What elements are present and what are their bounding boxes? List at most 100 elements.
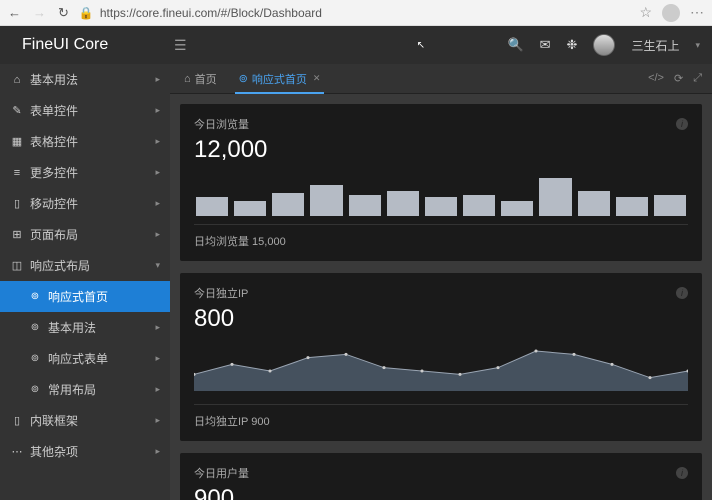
chevron-icon: ▸ [155, 74, 160, 85]
chat-icon[interactable]: ❉ [567, 37, 578, 53]
sidebar-label: 响应式布局 [30, 257, 90, 274]
bar [196, 197, 228, 216]
username-label[interactable]: 三生石上 [631, 37, 679, 54]
refresh-tab-icon[interactable]: ⟳ [674, 72, 683, 85]
sidebar-sub-label: 响应式表单 [48, 350, 108, 367]
sidebar-subitem[interactable]: ⊚ 常用布局 ▸ [0, 374, 170, 405]
tabbar: ⌂ 首页 ⊚ 响应式首页 ✕ </> ⟳ ⤢ [170, 64, 712, 94]
card-value: 900 [194, 485, 688, 500]
chevron-icon: ▸ [155, 198, 160, 209]
chevron-icon: ▸ [155, 384, 160, 395]
sidebar: ⌂基本用法▸✎表单控件▸▦表格控件▸≡更多控件▸▯移动控件▸⊞页面布局▸◫响应式… [0, 26, 170, 500]
forward-icon[interactable]: → [33, 5, 46, 21]
tab-icon: ⊚ [239, 72, 248, 85]
sidebar-label: 其他杂项 [30, 443, 78, 460]
sidebar-item[interactable]: ⌂ 基本用法 ▸ [0, 64, 170, 95]
chevron-icon: ▸ [155, 229, 160, 240]
chevron-icon: ▾ [155, 260, 160, 271]
bar [654, 195, 686, 216]
tab-home[interactable]: ⌂ 首页 [180, 64, 221, 93]
sidebar-item[interactable]: ▯ 内联框架 ▸ [0, 405, 170, 436]
sidebar-subitem[interactable]: ⊚基本用法▸ [0, 312, 170, 343]
card-footer: 日均独立IP 900 [194, 404, 688, 429]
card-title-text: 今日用户量 [194, 465, 249, 481]
sidebar-sub-icon: ⊚ [28, 291, 42, 302]
search-icon[interactable]: 🔍 [507, 37, 523, 53]
line-chart [194, 341, 688, 391]
sidebar-icon: ⋯ [10, 445, 24, 458]
sidebar-item[interactable]: ▯ 移动控件 ▸ [0, 188, 170, 219]
sidebar-icon: ≡ [10, 167, 24, 179]
bar [272, 193, 304, 216]
info-icon[interactable]: i [676, 287, 688, 299]
sidebar-label: 内联框架 [30, 412, 78, 429]
bar [501, 201, 533, 216]
star-icon[interactable]: ☆ [639, 4, 652, 21]
card-title-text: 今日浏览量 [194, 116, 249, 132]
back-icon[interactable]: ← [8, 5, 21, 21]
sidebar-subitem[interactable]: ⊚ 响应式表单 ▸ [0, 343, 170, 374]
url-text[interactable]: https://core.fineui.com/#/Block/Dashboar… [100, 6, 322, 20]
menu-toggle-icon[interactable]: ☰ [174, 37, 187, 54]
sidebar-sub-label: 基本用法 [48, 319, 96, 336]
sidebar-item[interactable]: ▦表格控件▸ [0, 126, 170, 157]
bar-chart [194, 174, 688, 216]
close-icon[interactable]: ✕ [313, 73, 321, 84]
sidebar-sub-icon: ⊚ [28, 384, 42, 395]
app-topbar: FineUI Core ☰ ↖ 🔍 ✉ ❉ 三生石上 ▾ [0, 26, 712, 64]
bar [234, 201, 266, 216]
sidebar-label: 更多控件 [30, 164, 78, 181]
card-value: 12,000 [194, 136, 688, 164]
sidebar-sub-label: 常用布局 [48, 381, 96, 398]
tab-home-label: 首页 [195, 71, 217, 87]
sidebar-icon: ⌂ [10, 74, 24, 86]
info-icon[interactable]: i [676, 118, 688, 130]
sidebar-icon: ✎ [10, 104, 24, 117]
sidebar-icon: ▯ [10, 197, 24, 210]
chevron-icon: ▸ [155, 105, 160, 116]
dropdown-icon[interactable]: ▾ [695, 40, 700, 51]
tab-responsive-home[interactable]: ⊚ 响应式首页 ✕ [235, 64, 325, 93]
sidebar-sub-icon: ⊚ [28, 353, 42, 364]
sidebar-icon: ▯ [10, 414, 24, 427]
chevron-icon: ▸ [155, 136, 160, 147]
browser-chrome: ← → ↻ 🔒 https://core.fineui.com/#/Block/… [0, 0, 712, 26]
more-icon[interactable]: ⋯ [690, 4, 704, 21]
sidebar-label: 移动控件 [30, 195, 78, 212]
info-icon[interactable]: i [676, 467, 688, 479]
sidebar-item[interactable]: ⋯ 其他杂项 ▸ [0, 436, 170, 467]
sidebar-sub-icon: ⊚ [28, 322, 42, 333]
browser-avatar[interactable] [662, 4, 680, 22]
sidebar-subitem[interactable]: ⊚ 响应式首页 [0, 281, 170, 312]
user-avatar[interactable] [593, 34, 615, 56]
sidebar-label: 表格控件 [30, 133, 78, 150]
sidebar-label: 基本用法 [30, 71, 78, 88]
card-title-text: 今日独立IP [194, 285, 248, 301]
sidebar-item[interactable]: ⊞页面布局▸ [0, 219, 170, 250]
bar [463, 195, 495, 216]
bar [387, 191, 419, 216]
sidebar-sub-label: 响应式首页 [48, 288, 108, 305]
bar [578, 191, 610, 216]
sidebar-item[interactable]: ≡ 更多控件 ▸ [0, 157, 170, 188]
sidebar-icon: ◫ [10, 259, 24, 272]
expand-icon[interactable]: ⤢ [693, 72, 702, 85]
stat-card: 今日独立IPi 800 日均独立IP 900 [180, 273, 702, 441]
main-area: ⌂ 首页 ⊚ 响应式首页 ✕ </> ⟳ ⤢ 今日浏览量i 12,000 日均浏… [170, 26, 712, 500]
home-icon: ⌂ [184, 73, 191, 85]
bar [616, 197, 648, 216]
chevron-icon: ▸ [155, 446, 160, 457]
chevron-icon: ▸ [155, 415, 160, 426]
chevron-icon: ▸ [155, 353, 160, 364]
sidebar-item[interactable]: ✎表单控件▸ [0, 95, 170, 126]
mail-icon[interactable]: ✉ [540, 37, 551, 53]
cursor-icon: ↖ [417, 40, 425, 51]
lock-icon: 🔒 [79, 6, 94, 20]
refresh-icon[interactable]: ↻ [58, 5, 69, 21]
sidebar-item[interactable]: ◫ 响应式布局 ▾ [0, 250, 170, 281]
stat-card: 今日浏览量i 12,000 日均浏览量 15,000 [180, 104, 702, 261]
chevron-icon: ▸ [155, 167, 160, 178]
dashboard-content: 今日浏览量i 12,000 日均浏览量 15,000 今日独立IPi 800 日… [170, 94, 712, 500]
bar [349, 195, 381, 216]
code-icon[interactable]: </> [648, 72, 664, 85]
